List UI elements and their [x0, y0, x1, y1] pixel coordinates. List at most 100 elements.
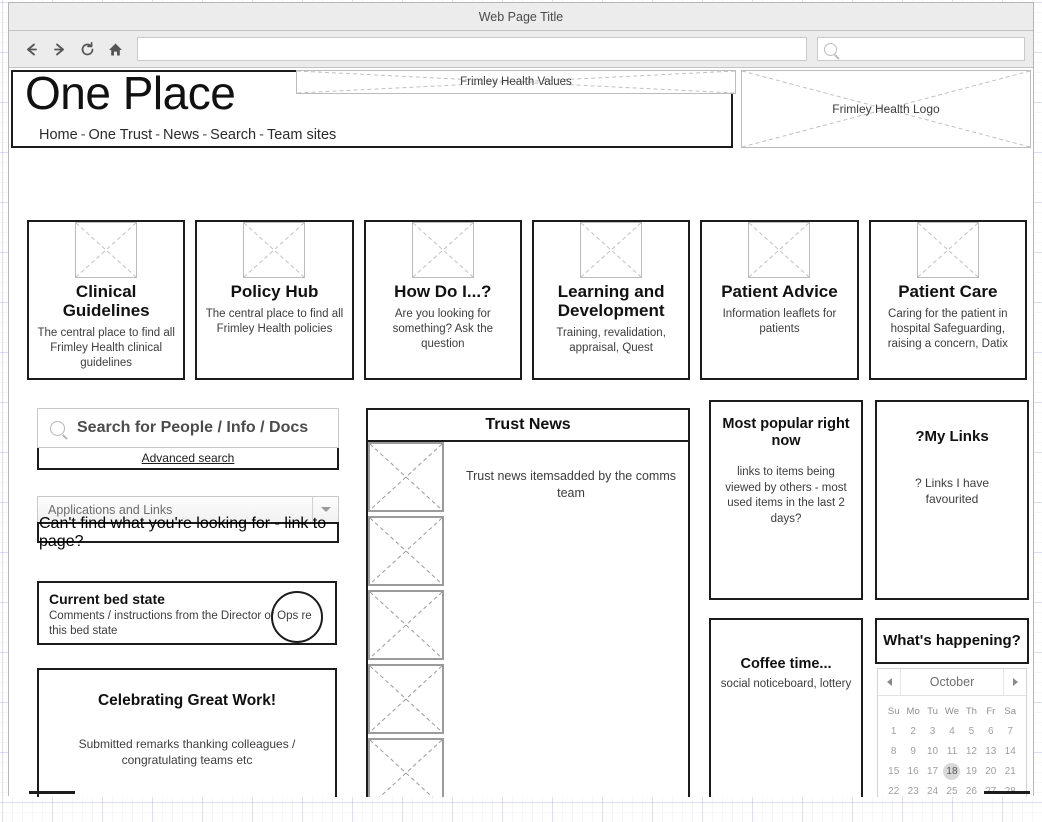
card-title: Clinical Guidelines: [62, 282, 150, 321]
calendar-day[interactable]: 3: [923, 726, 942, 737]
nav-item-search[interactable]: Search: [210, 127, 256, 143]
calendar-day[interactable]: 14: [1001, 746, 1020, 757]
url-input[interactable]: [137, 37, 807, 61]
reload-icon[interactable]: [73, 36, 101, 62]
calendar-dow: Su: [887, 705, 900, 717]
calendar-day[interactable]: 1: [884, 726, 903, 737]
calendar-day[interactable]: 5: [962, 726, 981, 737]
browser-search-input[interactable]: [817, 37, 1025, 61]
card-learning-and-development[interactable]: Learning and Development Training, reval…: [531, 220, 691, 380]
trust-news-title: Trust News: [368, 410, 688, 442]
calendar-day[interactable]: 11: [942, 746, 961, 757]
search-input[interactable]: Search for People / Info / Docs: [37, 408, 339, 448]
frimley-health-logo-image-placeholder: Frimley Health Logo: [741, 70, 1031, 148]
card-title: How Do I...?: [394, 282, 492, 301]
calendar-day[interactable]: 9: [903, 746, 922, 757]
coffee-time-panel[interactable]: Coffee time... social noticeboard, lotte…: [709, 618, 863, 797]
cant-find-link[interactable]: Can't find what you're looking for - lin…: [39, 515, 337, 551]
card-image-placeholder: [243, 222, 306, 278]
nav-item-team-sites[interactable]: Team sites: [267, 127, 336, 143]
calendar-day[interactable]: 26: [962, 786, 981, 797]
frimley-health-values-image-placeholder: Frimley Health Values: [296, 70, 736, 94]
advanced-search-link[interactable]: Advanced search: [142, 451, 235, 465]
site-header: One Place Home - One Trust - News - Search - Tea…: [11, 68, 1031, 150]
nav-item-news[interactable]: News: [163, 127, 199, 143]
card-description: The central place to find all Frimley He…: [205, 308, 344, 335]
card-patient-advice[interactable]: Patient Advice Information leaflets for …: [700, 220, 859, 380]
home-icon[interactable]: [101, 36, 129, 62]
card-image-placeholder: [75, 222, 138, 278]
nav-item-home[interactable]: Home: [39, 127, 78, 143]
celebrating-title: Celebrating Great Work!: [97, 692, 276, 709]
news-thumbnail[interactable]: [368, 442, 444, 512]
trust-news-description: Trust news itemsadded by the comms team: [465, 469, 677, 500]
calendar-day[interactable]: 6: [981, 726, 1000, 737]
whats-happening-panel[interactable]: What's happening?: [875, 618, 1029, 664]
news-thumbnail[interactable]: [368, 590, 444, 660]
card-policy-hub[interactable]: Policy Hub The central place to find all…: [195, 220, 354, 380]
calendar-day[interactable]: 24: [923, 786, 942, 797]
my-links-title: ?My Links: [915, 428, 989, 445]
left-column: Search for People / Info / Docs Advanced…: [37, 408, 339, 797]
calendar-day[interactable]: 25: [942, 786, 961, 797]
page-title: One Place: [25, 68, 236, 119]
calendar-day[interactable]: 4: [942, 726, 961, 737]
calendar-day[interactable]: 20: [981, 766, 1000, 777]
card-image-placeholder: [580, 222, 643, 278]
calendar-day[interactable]: 21: [1001, 766, 1020, 777]
card-description: Training, revalidation, appraisal, Quest: [556, 327, 666, 354]
calendar-week-row: 15 16 17 18 19 20 21: [884, 761, 1020, 781]
calendar-dow: Tu: [927, 705, 938, 717]
coffee-time-description: social noticeboard, lottery: [720, 678, 852, 690]
card-clinical-guidelines[interactable]: Clinical Guidelines The central place to…: [27, 220, 186, 380]
bed-state-gauge-circle: [271, 591, 323, 643]
back-arrow-icon[interactable]: [17, 36, 45, 62]
news-thumbnail[interactable]: [368, 664, 444, 734]
nav-separator: -: [155, 127, 161, 143]
calendar-day[interactable]: 10: [923, 746, 942, 757]
current-bed-state-panel[interactable]: Current bed state Comments / instruction…: [37, 581, 337, 645]
card-image-placeholder: [748, 222, 811, 278]
calendar-day[interactable]: 15: [884, 766, 903, 777]
calendar-day[interactable]: 23: [903, 786, 922, 797]
right-column-b: ?My Links ? Links I have favourited What…: [875, 400, 1029, 797]
calendar-day[interactable]: 13: [981, 746, 1000, 757]
calendar-week-row: 1 2 3 4 5 6 7: [884, 721, 1020, 741]
quick-links-card-row: Clinical Guidelines The central place to…: [27, 220, 1027, 380]
calendar-dow: Th: [965, 705, 977, 717]
chevron-right-icon[interactable]: [1003, 669, 1026, 695]
calendar-day[interactable]: 2: [903, 726, 922, 737]
most-popular-panel[interactable]: Most popular right now links to items be…: [709, 400, 863, 600]
card-description: Caring for the patient in hospital Safeg…: [887, 308, 1008, 350]
calendar-day-selected[interactable]: 18: [942, 762, 961, 780]
selection-handle[interactable]: [29, 791, 75, 794]
calendar-grid: Su Mo Tu We Th Fr Sa 1 2 3 4 5 6 7 8 9 1…: [878, 696, 1026, 797]
card-image-placeholder: [916, 222, 979, 278]
calendar-day-selected-value: 18: [943, 762, 961, 780]
my-links-panel[interactable]: ?My Links ? Links I have favourited: [875, 400, 1029, 600]
magnifier-icon: [824, 42, 837, 56]
calendar-widget[interactable]: October Su Mo Tu We Th Fr Sa 1 2 3 4 5 6…: [877, 668, 1027, 797]
calendar-month-label: October: [929, 675, 975, 689]
calendar-day[interactable]: 17: [923, 766, 942, 777]
news-thumbnail[interactable]: [368, 738, 444, 797]
celebrating-great-work-panel[interactable]: Celebrating Great Work! Submitted remark…: [37, 668, 337, 797]
card-description: The central place to find all Frimley He…: [37, 327, 175, 369]
calendar-day[interactable]: 22: [884, 786, 903, 797]
calendar-day[interactable]: 16: [903, 766, 922, 777]
card-patient-care[interactable]: Patient Care Caring for the patient in h…: [868, 220, 1027, 380]
advanced-search-bar: Advanced search: [37, 448, 339, 470]
calendar-day[interactable]: 12: [962, 746, 981, 757]
card-title: Patient Care: [898, 282, 998, 301]
values-placeholder-label: Frimley Health Values: [460, 76, 572, 88]
whats-happening-title: What's happening?: [883, 631, 1021, 649]
calendar-day[interactable]: 7: [1001, 726, 1020, 737]
calendar-day[interactable]: 19: [962, 766, 981, 777]
nav-item-one-trust[interactable]: One Trust: [89, 127, 153, 143]
forward-arrow-icon[interactable]: [45, 36, 73, 62]
selection-handle[interactable]: [984, 791, 1030, 794]
calendar-day[interactable]: 8: [884, 746, 903, 757]
news-thumbnail[interactable]: [368, 516, 444, 586]
card-how-do-i[interactable]: How Do I...? Are you looking for somethi…: [363, 220, 522, 380]
chevron-left-icon[interactable]: [878, 669, 901, 695]
